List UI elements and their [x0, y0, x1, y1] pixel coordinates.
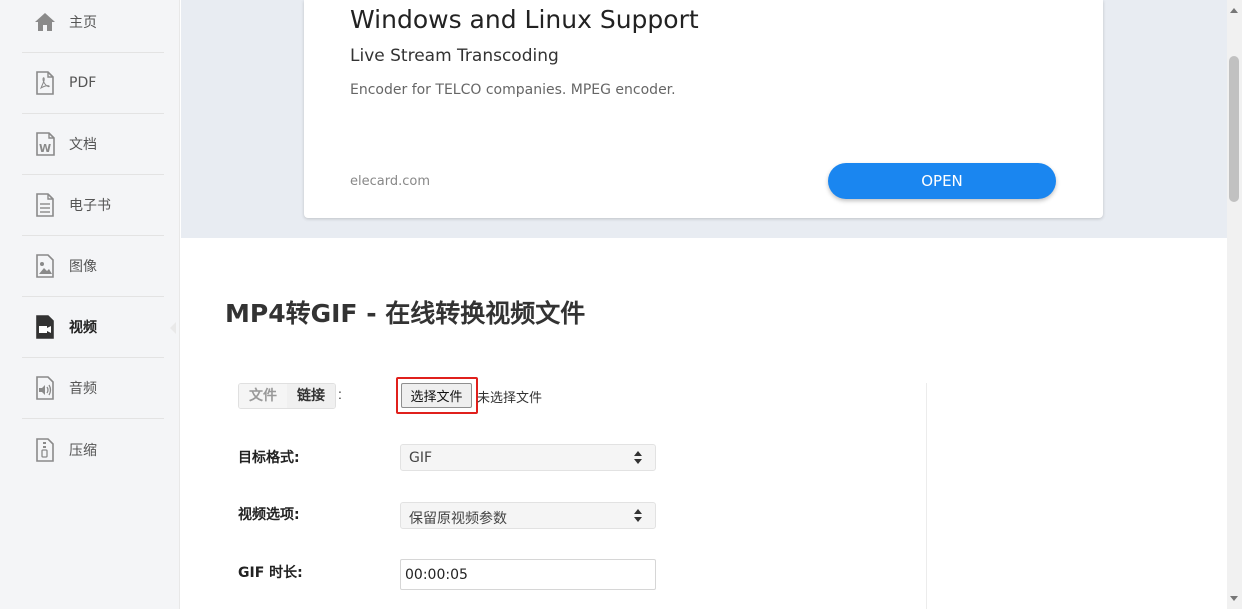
select-arrows-icon: [634, 451, 642, 465]
sidebar-item-label: 图像: [69, 259, 97, 275]
svg-text:W: W: [39, 142, 51, 155]
sidebar: 主页 PDF W 文档 电子书 图像 视频 音频 压缩: [0, 0, 180, 609]
sidebar-item-archive[interactable]: 压缩: [22, 419, 164, 480]
tab-file[interactable]: 文件: [239, 384, 287, 408]
audio-icon: [34, 376, 56, 400]
file-status: 未选择文件: [477, 391, 543, 406]
source-tabs: 文件 链接: [238, 383, 336, 409]
active-indicator-arrow: [170, 322, 176, 334]
pdf-icon: [34, 71, 56, 95]
sidebar-item-label: 压缩: [69, 442, 97, 459]
scrollbar-thumb[interactable]: [1229, 56, 1239, 202]
video-options-select[interactable]: 保留原视频参数: [400, 502, 656, 529]
ebook-icon: [34, 193, 56, 217]
gif-duration-input[interactable]: [400, 559, 656, 590]
sidebar-item-ebooks[interactable]: 电子书: [22, 175, 164, 236]
gif-duration-label: GIF 时长:: [238, 565, 303, 581]
video-options-value: 保留原视频参数: [409, 511, 507, 527]
sidebar-item-audio[interactable]: 音频: [22, 358, 164, 419]
sidebar-item-home[interactable]: 主页: [22, 0, 164, 53]
ad-domain[interactable]: elecard.com: [350, 174, 430, 189]
ad-title[interactable]: Windows and Linux Support: [350, 5, 699, 34]
ad-open-button[interactable]: OPEN: [828, 163, 1056, 199]
ad-card[interactable]: Windows and Linux Support Live Stream Tr…: [304, 0, 1103, 218]
choose-file-button[interactable]: 选择文件: [401, 383, 472, 408]
page-scrollbar[interactable]: [1227, 0, 1242, 609]
target-format-select[interactable]: GIF: [400, 444, 656, 471]
sidebar-item-label: 视频: [69, 320, 97, 336]
sidebar-item-label: 文档: [69, 137, 97, 153]
sidebar-item-label: PDF: [69, 75, 97, 91]
ad-description: Encoder for TELCO companies. MPEG encode…: [350, 82, 676, 98]
home-icon: [34, 10, 56, 34]
select-arrows-icon: [634, 509, 642, 523]
archive-icon: [34, 437, 56, 462]
sidebar-item-documents[interactable]: W 文档: [22, 114, 164, 175]
sidebar-item-images[interactable]: 图像: [22, 236, 164, 297]
scroll-up-arrow-icon[interactable]: [1230, 8, 1238, 13]
source-colon: :: [338, 386, 342, 402]
target-format-label: 目标格式:: [238, 450, 300, 466]
ad-subtitle: Live Stream Transcoding: [350, 46, 559, 66]
sidebar-item-label: 主页: [69, 15, 97, 31]
tab-link[interactable]: 链接: [287, 384, 335, 408]
target-format-value: GIF: [409, 450, 433, 466]
ad-banner: Windows and Linux Support Live Stream Tr…: [181, 0, 1227, 238]
sidebar-item-pdf[interactable]: PDF: [22, 53, 164, 114]
video-icon: [34, 315, 56, 339]
column-divider: [926, 383, 927, 609]
sidebar-item-label: 音频: [69, 381, 97, 397]
page-title: MP4转GIF - 在线转换视频文件: [225, 299, 586, 328]
word-document-icon: W: [34, 132, 56, 156]
sidebar-item-video[interactable]: 视频: [22, 297, 164, 358]
scroll-down-arrow-icon[interactable]: [1230, 596, 1238, 601]
image-icon: [34, 254, 56, 278]
video-options-label: 视频选项:: [238, 507, 300, 523]
sidebar-item-label: 电子书: [69, 198, 111, 214]
